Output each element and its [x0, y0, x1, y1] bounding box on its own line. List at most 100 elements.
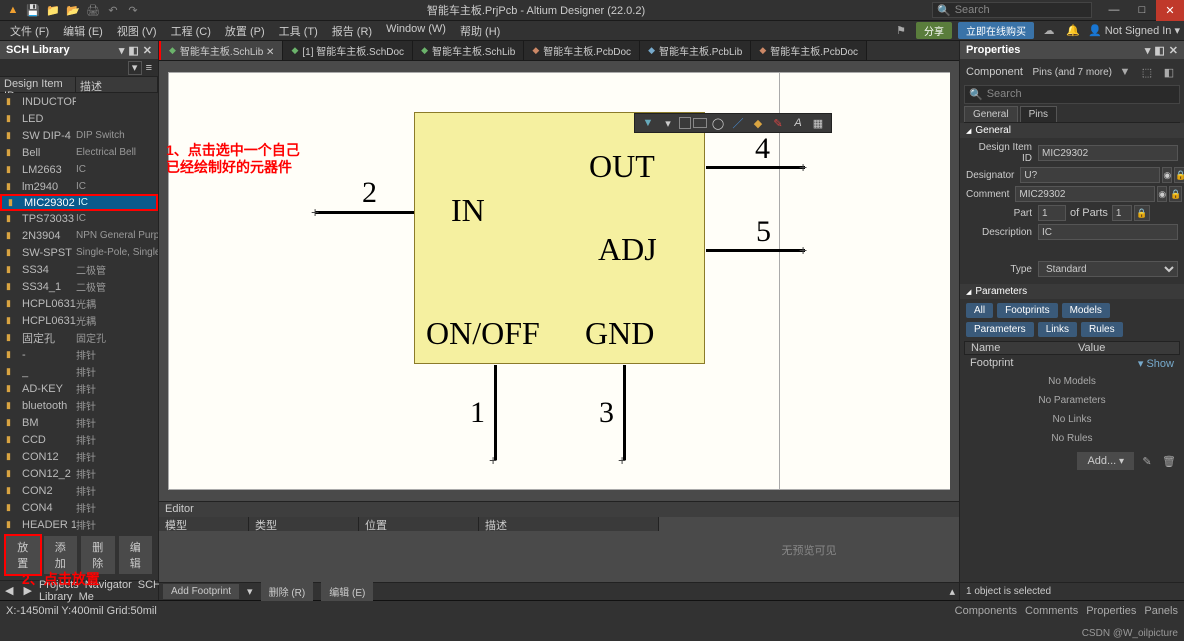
- filter-pill[interactable]: Links: [1038, 322, 1077, 337]
- canvas[interactable]: 2 IN 4 OUT 5 ADJ 1 ON/OFF 3 GND + + + + …: [159, 61, 959, 501]
- tab-pins[interactable]: Pins: [1020, 106, 1057, 122]
- folder-icon[interactable]: 📁: [46, 3, 60, 17]
- library-row[interactable]: ▮CON2排针: [0, 482, 158, 499]
- lib-action-button[interactable]: 编辑: [119, 536, 153, 574]
- filter-pill[interactable]: Rules: [1081, 322, 1123, 337]
- menu-item[interactable]: 放置 (P): [219, 21, 271, 41]
- library-row[interactable]: ▮HCPL0631光耦: [0, 295, 158, 312]
- close-button[interactable]: ✕: [1156, 0, 1184, 21]
- filter-dropdown[interactable]: ▾: [128, 61, 142, 75]
- filter-pill[interactable]: All: [966, 303, 993, 318]
- library-row[interactable]: ▮-排针: [0, 346, 158, 363]
- document-tab[interactable]: ◆智能车主板.SchLib ✕: [161, 41, 283, 60]
- filter-pill[interactable]: Footprints: [997, 303, 1057, 318]
- library-row[interactable]: ▮AD-KEY排针: [0, 380, 158, 397]
- footprint-row[interactable]: Footprint▾ Show: [960, 355, 1184, 372]
- library-row[interactable]: ▮BM排针: [0, 414, 158, 431]
- library-row[interactable]: ▮LED: [0, 110, 158, 127]
- document-tab[interactable]: ◆智能车主板.SchLib: [413, 41, 524, 60]
- menu-item[interactable]: 帮助 (H): [454, 21, 506, 41]
- document-tab[interactable]: ◆[1] 智能车主板.SchDoc: [283, 41, 413, 60]
- library-row[interactable]: ▮CON4排针: [0, 499, 158, 516]
- library-row[interactable]: ▮lm2940IC: [0, 178, 158, 195]
- library-row[interactable]: ▮CON12_2排针: [0, 465, 158, 482]
- model-footer: Add Footprint▾ 删除 (R) 编辑 (E) ▴: [159, 582, 959, 600]
- pin-icon[interactable]: ▾: [119, 44, 125, 57]
- tab-general[interactable]: General: [964, 106, 1018, 122]
- library-row[interactable]: ▮2N3904NPN General Purpose: [0, 227, 158, 244]
- library-row[interactable]: ▮LM2663IC: [0, 161, 158, 178]
- tab-left-icon[interactable]: ◀: [2, 584, 16, 597]
- prop-search[interactable]: Search: [987, 88, 1022, 101]
- library-row[interactable]: ▮CON12排针: [0, 448, 158, 465]
- library-row[interactable]: ▮CCD排针: [0, 431, 158, 448]
- designator-input[interactable]: [1020, 167, 1160, 183]
- library-row[interactable]: ▮SS34二极管: [0, 261, 158, 278]
- filter-icon[interactable]: ▼: [1116, 63, 1134, 81]
- document-tab[interactable]: ◆智能车主板.PcbDoc: [524, 41, 640, 60]
- design-item-input[interactable]: [1038, 145, 1178, 161]
- floating-toolbar[interactable]: ▼▾ ◯ ／ ◆ ✎ A ▦: [634, 113, 832, 133]
- minimize-button[interactable]: —: [1100, 0, 1128, 21]
- bell-icon[interactable]: 🔔: [1064, 22, 1082, 40]
- library-row[interactable]: ▮_排针: [0, 363, 158, 380]
- edit-model-button[interactable]: 编辑 (E): [321, 582, 373, 601]
- edit-icon[interactable]: ✎: [1138, 452, 1156, 470]
- menu-item[interactable]: 视图 (V): [111, 21, 163, 41]
- save-icon[interactable]: 💾: [26, 3, 40, 17]
- library-row[interactable]: ▮TPS73033IC: [0, 210, 158, 227]
- redo-icon[interactable]: ↷: [126, 3, 140, 17]
- print-icon[interactable]: 🖨: [86, 3, 100, 17]
- library-row[interactable]: ▮SW-SPSTSingle-Pole, Single-Th: [0, 244, 158, 261]
- add-param-button[interactable]: Add... ▾: [1077, 452, 1134, 470]
- library-row[interactable]: ▮固定孔固定孔: [0, 329, 158, 346]
- lock-icon[interactable]: 🔒: [1174, 167, 1184, 183]
- collapse-icon[interactable]: ▴: [949, 585, 955, 598]
- dock-icon[interactable]: ◧: [128, 44, 138, 57]
- document-tab[interactable]: ◆智能车主板.PcbLib: [640, 41, 751, 60]
- cloud-icon[interactable]: ☁: [1040, 22, 1058, 40]
- library-row[interactable]: ▮INDUCTOR_2: [0, 93, 158, 110]
- menu-item[interactable]: Window (W): [380, 21, 452, 41]
- undo-icon[interactable]: ↶: [106, 3, 120, 17]
- buy-button[interactable]: 立即在线购买: [958, 22, 1034, 39]
- status-tab[interactable]: Panels: [1144, 605, 1178, 617]
- add-footprint-button[interactable]: Add Footprint: [163, 584, 239, 599]
- menu-item[interactable]: 工具 (T): [273, 21, 324, 41]
- trash-icon[interactable]: 🗑: [1160, 452, 1178, 470]
- library-row[interactable]: ▮BellElectrical Bell: [0, 144, 158, 161]
- library-row[interactable]: ▮SW DIP-4DIP Switch: [0, 127, 158, 144]
- maximize-button[interactable]: □: [1128, 0, 1156, 21]
- library-row[interactable]: ▮SS34_1二极管: [0, 278, 158, 295]
- document-tab[interactable]: ◆智能车主板.PcbDoc: [751, 41, 867, 60]
- close-panel-icon[interactable]: ✕: [143, 44, 152, 57]
- library-row[interactable]: ▮bluetooth排针: [0, 397, 158, 414]
- menu-item[interactable]: 工程 (C): [165, 21, 217, 41]
- status-tab[interactable]: Comments: [1025, 605, 1078, 617]
- global-search[interactable]: 🔍 Search: [932, 2, 1092, 18]
- library-row[interactable]: ▮HEADER 10X2排针: [0, 516, 158, 530]
- filter-pill[interactable]: Parameters: [966, 322, 1034, 337]
- panel-tab[interactable]: Me: [79, 591, 94, 603]
- filter-pill[interactable]: Models: [1062, 303, 1110, 318]
- open-icon[interactable]: 📂: [66, 3, 80, 17]
- menu-item[interactable]: 编辑 (E): [57, 21, 109, 41]
- status-tab[interactable]: Components: [955, 605, 1017, 617]
- library-row[interactable]: ▮HCPL0631_1光耦: [0, 312, 158, 329]
- type-select[interactable]: Standard: [1038, 261, 1178, 277]
- delete-model-button[interactable]: 删除 (R): [261, 582, 314, 601]
- signin-link[interactable]: 👤 Not Signed In ▾: [1088, 24, 1180, 37]
- filter-icon[interactable]: ≡: [146, 62, 152, 74]
- flag-icon[interactable]: ⚑: [892, 22, 910, 40]
- description-input[interactable]: [1038, 224, 1178, 240]
- menu-item[interactable]: 报告 (R): [326, 21, 378, 41]
- library-list[interactable]: ▮INDUCTOR_2▮LED▮SW DIP-4DIP Switch▮BellE…: [0, 93, 158, 530]
- select-icon[interactable]: ⬚: [1138, 63, 1156, 81]
- comment-input[interactable]: [1015, 186, 1155, 202]
- highlight-icon[interactable]: ◧: [1160, 63, 1178, 81]
- menu-item[interactable]: 文件 (F): [4, 21, 55, 41]
- visible-icon[interactable]: ◉: [1162, 167, 1172, 183]
- library-row[interactable]: ▮MIC29302IC: [0, 194, 158, 211]
- status-tab[interactable]: Properties: [1086, 605, 1136, 617]
- share-button[interactable]: 分享: [916, 22, 952, 39]
